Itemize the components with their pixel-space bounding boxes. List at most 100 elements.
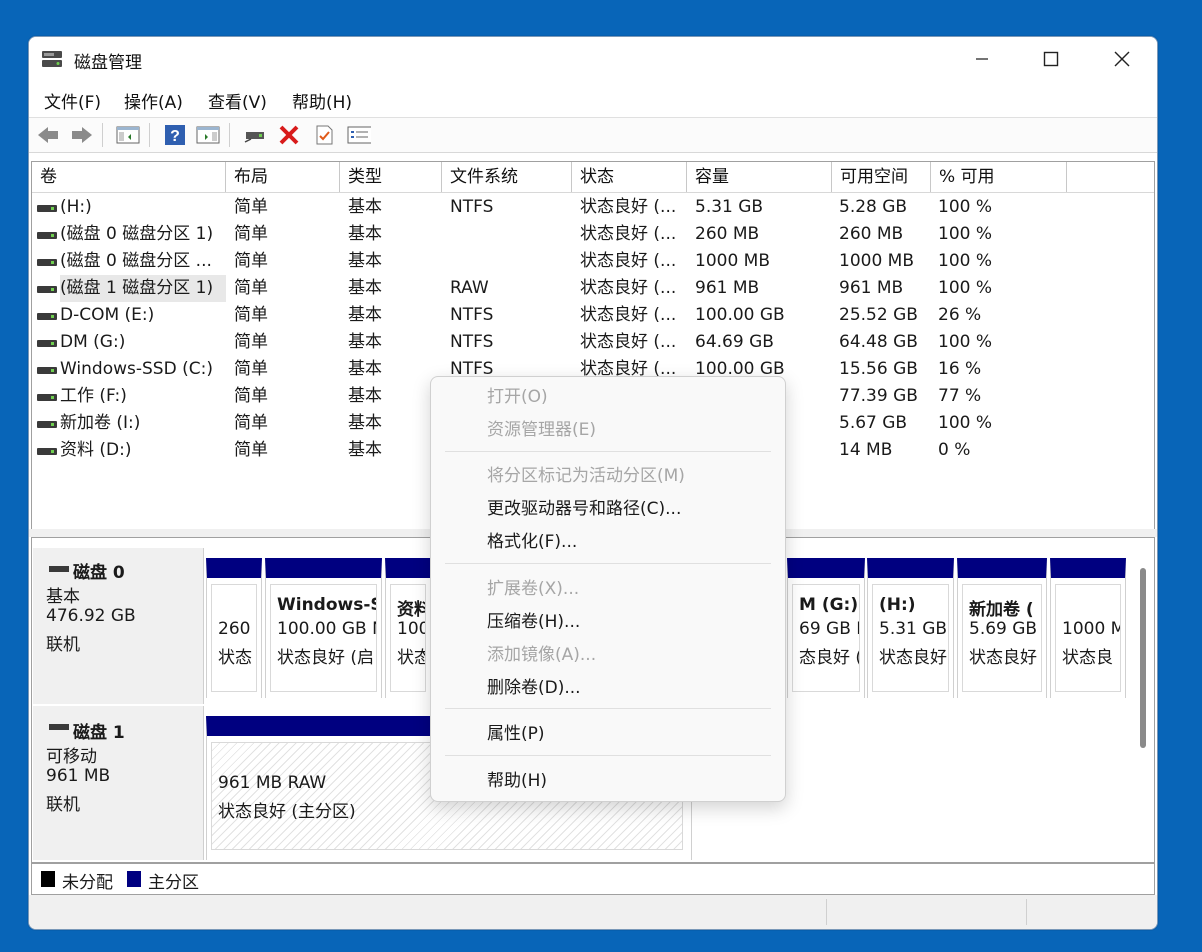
volume-row[interactable]: (磁盘 0 磁盘分区 ... 简单 基本 状态良好 (... 1000 MB 1000 M… (32, 248, 1154, 275)
col-volume[interactable]: 卷 (32, 162, 226, 192)
legend-unallocated: 未分配 (62, 873, 113, 893)
volume-row[interactable]: DM (G:) 简单 基本 NTFS 状态良好 (... 64.69 GB 64.48 GB… (32, 329, 1154, 356)
cell-pct: 0 % (938, 440, 971, 460)
cell-layout: 简单 (234, 305, 268, 325)
forward-icon[interactable] (70, 124, 94, 146)
context-menu: 打开(O) 资源管理器(E) 将分区标记为活动分区(M) 更改驱动器号和路径(C… (430, 376, 786, 802)
disk-0-partition[interactable]: 资料100. 状态 (385, 558, 431, 698)
cell-free: 5.28 GB (839, 197, 908, 217)
partition-text: 新加卷 ( (969, 600, 1034, 620)
menu-delete-volume[interactable]: 删除卷(D)... (487, 673, 581, 703)
partition-status: 状态良好 (主分区) (218, 802, 356, 822)
disk-0-partition[interactable]: (H:) 5.31 GB 状态良好 (867, 558, 954, 698)
col-free-space[interactable]: 可用空间 (832, 162, 931, 192)
disk-1-state: 联机 (46, 795, 80, 815)
menu-properties[interactable]: 属性(P) (487, 719, 545, 749)
cell-layout: 简单 (234, 359, 268, 379)
cell-name: DM (G:) (60, 332, 126, 352)
console-tree-icon[interactable] (116, 124, 140, 146)
help-icon[interactable]: ? (163, 124, 187, 146)
cell-fs: NTFS (450, 197, 494, 217)
menu-extend-volume: 扩展卷(X)... (487, 579, 580, 599)
menu-help[interactable]: 帮助(H) (292, 88, 352, 113)
disk-0-partition[interactable]: Windows-S 100.00 GB N 状态良好 (启 (265, 558, 382, 698)
checklist-icon[interactable] (312, 124, 336, 146)
close-button[interactable] (1087, 37, 1157, 81)
connect-drive-icon[interactable] (243, 124, 267, 146)
menu-open: 打开(O) (487, 387, 548, 407)
partition-text: 状态良好 (879, 648, 947, 668)
partition-text: 状态 (397, 648, 425, 668)
cell-fs (450, 221, 570, 248)
disk-view-scrollbar[interactable] (1138, 560, 1148, 860)
status-bar (29, 895, 1157, 929)
menu-shrink-volume[interactable]: 压缩卷(H)... (487, 607, 580, 637)
volume-row[interactable]: (H:) 简单 基本 NTFS 状态良好 (... 5.31 GB 5.28 GB 100 % (32, 194, 1154, 221)
primary-swatch (127, 871, 141, 887)
cell-status: 状态良好 (... (580, 224, 677, 244)
delete-icon[interactable] (277, 124, 301, 146)
disk-0-label[interactable]: 磁盘 0 基本 476.92 GB 联机 (33, 548, 204, 704)
cell-type: 基本 (348, 386, 382, 406)
col-layout[interactable]: 布局 (226, 162, 340, 192)
col-capacity[interactable]: 容量 (687, 162, 832, 192)
drive-icon (37, 448, 57, 455)
volume-row[interactable]: D-COM (E:) 简单 基本 NTFS 状态良好 (... 100.00 GB 25.5… (32, 302, 1154, 329)
maximize-button[interactable] (1016, 37, 1086, 81)
cell-status: 状态良好 (... (580, 332, 677, 352)
cell-name: (H:) (60, 197, 92, 217)
col-type[interactable]: 类型 (340, 162, 442, 192)
cell-type: 基本 (348, 278, 382, 298)
menu-help-item[interactable]: 帮助(H) (487, 766, 547, 796)
drive-icon (37, 394, 57, 401)
cell-cap: 1000 MB (695, 251, 770, 271)
menu-add-mirror: 添加镜像(A)... (487, 645, 597, 665)
menu-format[interactable]: 格式化(F)... (487, 527, 577, 557)
col-filesystem[interactable]: 文件系统 (442, 162, 572, 192)
scroll-thumb[interactable] (1140, 568, 1146, 748)
disk-0-partition[interactable]: 1000 M 状态良 (1050, 558, 1126, 698)
col-percent-free[interactable]: % 可用 (931, 162, 1067, 192)
menu-change-drive-letter[interactable]: 更改驱动器号和路径(C)... (487, 494, 681, 524)
cell-layout: 简单 (234, 278, 268, 298)
cell-cap: 260 MB (695, 224, 760, 244)
menu-file[interactable]: 文件(F) (44, 88, 101, 113)
volume-row[interactable]: (磁盘 0 磁盘分区 1) 简单 基本 状态良好 (... 260 MB 260 MB 10… (32, 221, 1154, 248)
cell-pct: 100 % (938, 197, 993, 217)
cell-layout: 简单 (234, 440, 268, 460)
volume-row[interactable]: (磁盘 1 磁盘分区 1) 简单 基本 RAW 状态良好 (... 961 MB 961 M… (32, 275, 1154, 302)
action-pane-icon[interactable] (196, 124, 220, 146)
col-status[interactable]: 状态 (572, 162, 687, 192)
cell-type: 基本 (348, 224, 382, 244)
back-icon[interactable] (36, 124, 60, 146)
cell-fs (450, 248, 570, 275)
disk-0-partition[interactable]: M (G:) 69 GB N 态良好 (基 (787, 558, 865, 698)
partition-text: 5.31 GB (879, 619, 948, 639)
drive-icon (37, 232, 57, 239)
legend: 未分配 主分区 (31, 863, 1155, 895)
menu-action[interactable]: 操作(A) (124, 88, 183, 113)
partition-text: 69 GB N (799, 619, 859, 639)
cell-pct: 100 % (938, 251, 993, 271)
cell-free: 961 MB (839, 278, 904, 298)
title-bar[interactable]: 磁盘管理 (29, 37, 1157, 81)
menu-view[interactable]: 查看(V) (208, 88, 267, 113)
cell-cap: 961 MB (695, 278, 760, 298)
cell-type: 基本 (348, 305, 382, 325)
disk-0-partition[interactable]: 新加卷 (5.69 GB 状态良好 (957, 558, 1047, 698)
minimize-button[interactable] (947, 37, 1017, 81)
partition-text: 状态良好 (969, 648, 1037, 668)
cell-free: 25.52 GB (839, 305, 918, 325)
cell-type: 基本 (348, 413, 382, 433)
cell-name: D-COM (E:) (60, 305, 155, 325)
properties-icon[interactable] (347, 124, 371, 146)
partition-text: 状态 (218, 648, 252, 668)
disk-0-partition[interactable]: 260 状态 (206, 558, 262, 698)
cell-type: 基本 (348, 359, 382, 379)
disk-1-label[interactable]: 磁盘 1 可移动 961 MB 联机 (33, 706, 204, 860)
cell-pct: 26 % (938, 305, 982, 325)
cell-layout: 简单 (234, 332, 268, 352)
cell-type: 基本 (348, 251, 382, 271)
partition-text: 状态良 (1062, 648, 1113, 668)
cell-free: 14 MB (839, 440, 893, 460)
